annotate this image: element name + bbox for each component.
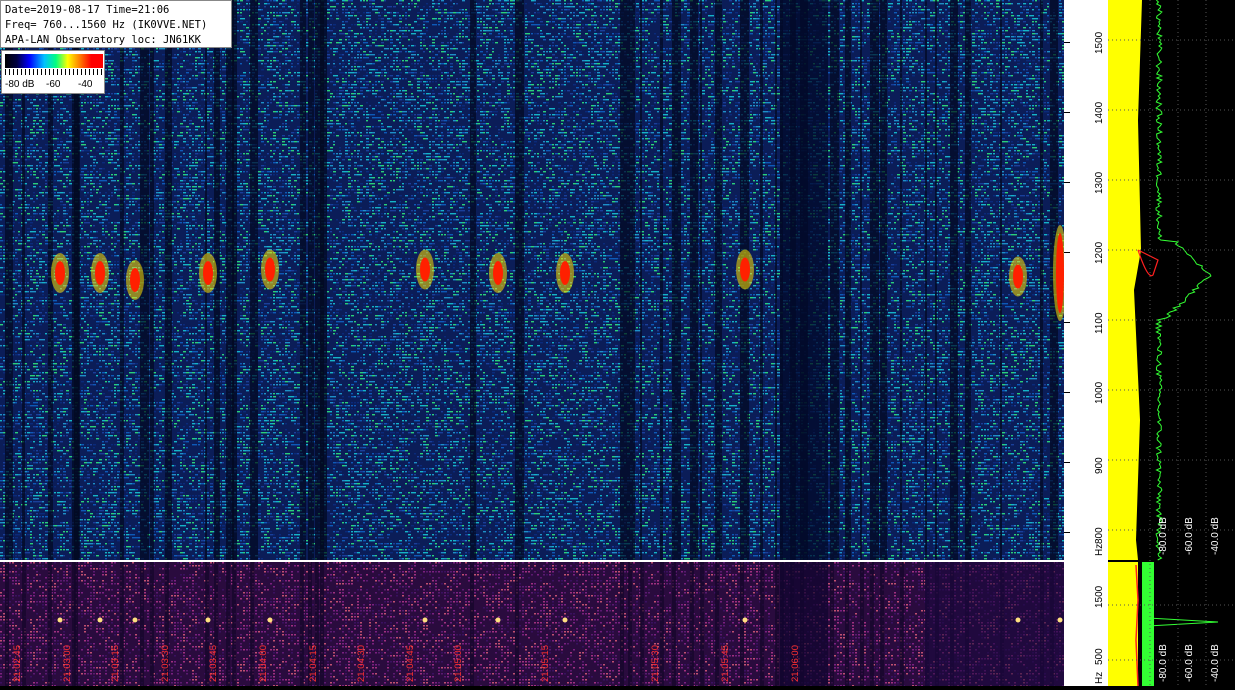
lower-peak-trace	[1147, 617, 1219, 627]
y-tick-label: 1000	[1094, 382, 1105, 404]
level-axis-label: -40.0 dB	[1210, 517, 1221, 555]
lower-echo-dot	[132, 617, 138, 623]
lower-level-band	[1142, 562, 1154, 686]
lower-echo-dot	[422, 617, 428, 623]
y-tick-label: 800	[1094, 527, 1105, 544]
legend-label-mid: -60	[46, 79, 60, 90]
lower-echo-dot	[57, 617, 63, 623]
color-scale-ticks	[5, 69, 103, 75]
y-tick-mark	[1064, 252, 1070, 253]
legend-label-max: -40	[78, 79, 92, 90]
time-tick-label: 21:04:15	[308, 645, 319, 682]
level-axis-label: -60.0 dB	[1184, 517, 1195, 555]
waterfall-svg	[0, 0, 1064, 560]
level-axis-label: -40.0 dB	[1210, 644, 1221, 682]
meteor-echo	[55, 261, 65, 285]
level-axis-label: -80.0 dB	[1158, 644, 1169, 682]
legend-label-min: -80 dB	[5, 79, 34, 90]
time-tick-label: 21:05:45	[720, 645, 731, 682]
color-scale-bar	[5, 54, 103, 68]
y-tick-mark	[1064, 182, 1070, 183]
lower-echo-dot	[1015, 617, 1021, 623]
lower-y-tick-label: 1500	[1094, 586, 1105, 608]
meteor-echo	[130, 268, 140, 292]
y-tick-label: 1400	[1094, 102, 1105, 124]
lower-y-tick-label: Hz	[1094, 672, 1105, 684]
y-tick-label: 1300	[1094, 172, 1105, 194]
time-tick-label: 21:04:00	[258, 645, 269, 682]
y-tick-label: 1200	[1094, 242, 1105, 264]
color-legend: -80 dB -60 -40	[1, 50, 105, 94]
level-axis-label: -60.0 dB	[1184, 644, 1195, 682]
time-tick-label: 21:06:00	[790, 645, 801, 682]
meteor-echo	[420, 257, 430, 282]
lower-echoes	[57, 617, 1063, 623]
time-tick-label: 21:04:30	[356, 645, 367, 682]
lower-echo-dot	[742, 617, 748, 623]
lower-echo-dot	[495, 617, 501, 623]
meteor-echo	[740, 257, 750, 282]
lower-y-tick-label: 500	[1094, 648, 1105, 665]
level-trace	[1154, 0, 1212, 561]
time-tick-label: 21:03:15	[110, 645, 121, 682]
meteor-echo	[95, 261, 105, 285]
frequency-axis-panel: 800 900 1000 1100 1200 1300 1400 1500 Hz 1500 500 H…	[1064, 0, 1108, 686]
time-tick-label: 21:02:45	[12, 645, 23, 682]
y-tick-mark	[1064, 112, 1070, 113]
y-tick-label: 1100	[1094, 312, 1105, 334]
lower-echo-dot	[97, 617, 103, 623]
y-tick-label: 900	[1094, 457, 1105, 474]
meteor-echo	[560, 261, 570, 285]
lower-echo-dot	[1057, 617, 1063, 623]
spectrogram-waterfall	[0, 0, 1064, 560]
observatory-line: APA-LAN Observatory loc: JN61KK	[5, 34, 201, 46]
meteor-echo	[1056, 233, 1064, 313]
meteor-echo	[493, 261, 503, 285]
y-tick-mark	[1064, 392, 1070, 393]
meteor-echo	[1013, 264, 1023, 289]
lower-echo-dot	[267, 617, 273, 623]
lower-spectrogram: 21:02:45 21:03:00 21:03:15 21:03:30 21:03:45…	[0, 562, 1064, 686]
frequency-line: Freq= 760...1560 Hz (IK0VVE.NET)	[5, 19, 207, 31]
y-unit-label: Hz	[1094, 544, 1105, 556]
lower-echo-dot	[205, 617, 211, 623]
y-tick-label: 1500	[1094, 32, 1105, 54]
noise-texture	[0, 0, 1064, 560]
level-panel: -80.0 dB -80.0 dB -60.0 dB -60.0 dB -40.0 dB…	[1108, 0, 1235, 687]
y-tick-mark	[1064, 42, 1070, 43]
lower-echo-dot	[562, 617, 568, 623]
time-tick-label: 21:05:30	[650, 645, 661, 682]
meteor-echo	[203, 261, 213, 285]
time-tick-label: 21:03:30	[160, 645, 171, 682]
level-fill-lower	[1108, 562, 1138, 686]
time-tick-label: 21:03:45	[208, 645, 219, 682]
date-time-line: Date=2019-08-17 Time=21:06	[5, 4, 169, 16]
y-tick-mark	[1064, 322, 1070, 323]
info-box: Date=2019-08-17 Time=21:06 Freq= 760...1…	[0, 0, 232, 48]
time-tick-label: 21:05:00	[453, 645, 464, 682]
level-svg	[1108, 0, 1235, 687]
meteor-echo	[265, 257, 275, 282]
y-tick-mark	[1064, 532, 1070, 533]
time-tick-label: 21:05:15	[540, 645, 551, 682]
level-axis-label: -80.0 dB	[1158, 517, 1169, 555]
time-tick-label: 21:04:45	[405, 645, 416, 682]
y-tick-mark	[1064, 462, 1070, 463]
time-tick-label: 21:03:00	[62, 645, 73, 682]
